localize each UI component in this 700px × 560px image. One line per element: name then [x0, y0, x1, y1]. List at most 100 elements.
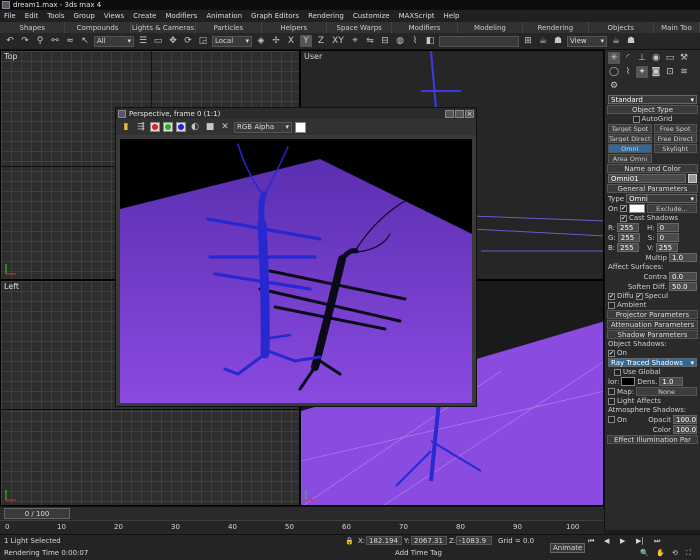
lights-icon[interactable]: ✦	[636, 66, 648, 78]
tab-main-toolbar[interactable]: Main Too	[653, 22, 700, 33]
x-coordinate-field[interactable]: 182.194	[366, 536, 402, 545]
light-color-swatch[interactable]	[628, 204, 645, 213]
named-selection-icon[interactable]: ◧	[424, 35, 436, 47]
create-tab-icon[interactable]: ✳	[608, 52, 620, 64]
density-spinner[interactable]: 1.0	[659, 377, 684, 386]
menu-tools[interactable]: Tools	[47, 12, 64, 20]
effects-rollout-header[interactable]: Effect Illumination Par	[607, 435, 698, 444]
tab-space-warps[interactable]: Space Warps	[326, 22, 393, 33]
select-and-scale-icon[interactable]: ◲	[197, 35, 209, 47]
menu-help[interactable]: Help	[444, 12, 460, 20]
value-spinner[interactable]: 255	[655, 243, 678, 252]
zoom-icon[interactable]: 🔍	[640, 549, 649, 557]
select-and-move-icon[interactable]: ✥	[167, 35, 179, 47]
save-bitmap-icon[interactable]: ▮	[120, 121, 132, 133]
space-warps-icon[interactable]: ≋	[678, 66, 690, 78]
curve-editor-icon[interactable]: ⌇	[409, 35, 421, 47]
modify-tab-icon[interactable]: ◜	[622, 52, 634, 64]
render-last-icon[interactable]: ☕	[610, 35, 622, 47]
restrict-xy-button[interactable]: XY	[330, 35, 346, 47]
cast-shadows-checkbox[interactable]: ✔	[620, 214, 627, 222]
menu-file[interactable]: File	[4, 12, 16, 20]
green-channel-button[interactable]	[163, 122, 173, 132]
light-type-dropdown[interactable]: Omni ▾	[626, 194, 697, 203]
display-tab-icon[interactable]: ▭	[664, 52, 676, 64]
maximize-viewport-icon[interactable]: ⛶	[686, 549, 691, 558]
arc-rotate-icon[interactable]: ⟲	[672, 549, 678, 557]
reference-coordinate-dropdown[interactable]: Local ▾	[212, 35, 252, 47]
light-on-checkbox[interactable]: ✔	[619, 205, 627, 212]
geometry-icon[interactable]: ◯	[608, 66, 620, 78]
tab-objects[interactable]: Objects	[588, 22, 654, 33]
restrict-y-button[interactable]: Y	[300, 35, 312, 47]
viewport-label[interactable]: Top	[4, 52, 18, 61]
light-affects-checkbox[interactable]	[608, 397, 615, 405]
menu-rendering[interactable]: Rendering	[308, 12, 344, 20]
blue-spinner[interactable]: 255	[617, 243, 640, 252]
general-parameters-rollout-header[interactable]: General Parameters	[607, 184, 698, 193]
tab-modifiers[interactable]: Modifiers	[392, 22, 458, 33]
shapes-icon[interactable]: ⌇	[622, 66, 634, 78]
channel-dropdown[interactable]: RGB Alpha ▾	[234, 121, 292, 133]
restrict-z-button[interactable]: Z	[315, 35, 327, 47]
tab-particles[interactable]: Particles	[196, 22, 262, 33]
menu-customize[interactable]: Customize	[353, 12, 390, 20]
target-direct-button[interactable]: Target Direct	[608, 134, 652, 143]
rendered-frame-window[interactable]: Perspective, frame 0 (1:1) × ▮ ⇶ ◐ ■ ✕ R…	[115, 107, 477, 407]
attenuation-rollout-header[interactable]: Attenuation Parameters	[607, 320, 698, 329]
tab-rendering[interactable]: Rendering	[523, 22, 589, 33]
hue-spinner[interactable]: 0	[656, 223, 679, 232]
use-global-checkbox[interactable]	[614, 368, 621, 376]
named-selection-field[interactable]	[439, 35, 519, 47]
previous-frame-icon[interactable]: ◀	[604, 537, 609, 545]
lock-icon[interactable]: 🔒	[345, 537, 354, 545]
color-swatch[interactable]	[295, 121, 306, 133]
clone-window-icon[interactable]: ⇶	[135, 121, 147, 133]
target-spot-button[interactable]: Target Spot	[608, 124, 652, 133]
maximize-icon[interactable]	[455, 109, 464, 118]
select-and-rotate-icon[interactable]: ⟳	[182, 35, 194, 47]
tab-helpers[interactable]: Helpers	[261, 22, 327, 33]
track-bar[interactable]: 0 10 20 30 40 50 60 70 80 90 100	[0, 520, 604, 534]
go-to-start-icon[interactable]: ⏮	[588, 537, 594, 546]
category-dropdown[interactable]: Standard ▾	[608, 95, 697, 104]
activeshade-icon[interactable]: ☗	[625, 35, 637, 47]
alpha-channel-icon[interactable]: ◐	[189, 121, 201, 133]
render-type-dropdown[interactable]: View ▾	[567, 35, 607, 47]
manipulate-icon[interactable]: ✢	[270, 35, 282, 47]
soften-spinner[interactable]: 50.0	[669, 282, 697, 291]
atmosphere-on-checkbox[interactable]	[608, 416, 615, 423]
menu-maxscript[interactable]: MAXScript	[399, 12, 435, 20]
redo-icon[interactable]: ↷	[19, 35, 31, 47]
monochrome-icon[interactable]: ■	[204, 121, 216, 133]
systems-icon[interactable]: ⚙	[608, 80, 620, 92]
diffuse-checkbox[interactable]: ✔	[608, 292, 615, 300]
go-to-end-icon[interactable]: ⏭	[654, 537, 660, 546]
add-time-tag-button[interactable]: Add Time Tag	[395, 549, 442, 557]
menu-edit[interactable]: Edit	[25, 12, 39, 20]
map-checkbox[interactable]	[608, 388, 615, 395]
quick-render-icon[interactable]: ☗	[552, 35, 564, 47]
menu-animation[interactable]: Animation	[206, 12, 242, 20]
color-amount-spinner[interactable]: 100.0	[673, 425, 697, 434]
material-editor-icon[interactable]: ◍	[394, 35, 406, 47]
blue-channel-button[interactable]	[176, 122, 186, 132]
selection-filter-dropdown[interactable]: All ▾	[94, 35, 134, 47]
tab-shapes[interactable]: Shapes	[0, 22, 66, 33]
object-name-field[interactable]: Omni01	[608, 174, 686, 183]
undo-icon[interactable]: ↶	[4, 35, 16, 47]
tab-compounds[interactable]: Compounds	[65, 22, 131, 33]
green-spinner[interactable]: 255	[617, 233, 640, 242]
time-slider-thumb[interactable]: 0 / 100	[4, 508, 70, 519]
map-button[interactable]: None	[636, 387, 697, 396]
shadow-parameters-rollout-header[interactable]: Shadow Parameters	[607, 330, 698, 339]
pivot-icon[interactable]: ◈	[255, 35, 267, 47]
render-scene-icon[interactable]: ☕	[537, 35, 549, 47]
close-icon[interactable]: ×	[465, 109, 474, 118]
projector-rollout-header[interactable]: Projector Parameters	[607, 310, 698, 319]
tab-lights-cameras[interactable]: Lights & Cameras	[130, 22, 197, 33]
tab-modeling[interactable]: Modeling	[457, 22, 524, 33]
object-color-swatch[interactable]	[688, 174, 697, 183]
shadow-on-checkbox[interactable]: ✔	[608, 349, 615, 357]
bind-space-warp-icon[interactable]: ≈	[64, 35, 76, 47]
